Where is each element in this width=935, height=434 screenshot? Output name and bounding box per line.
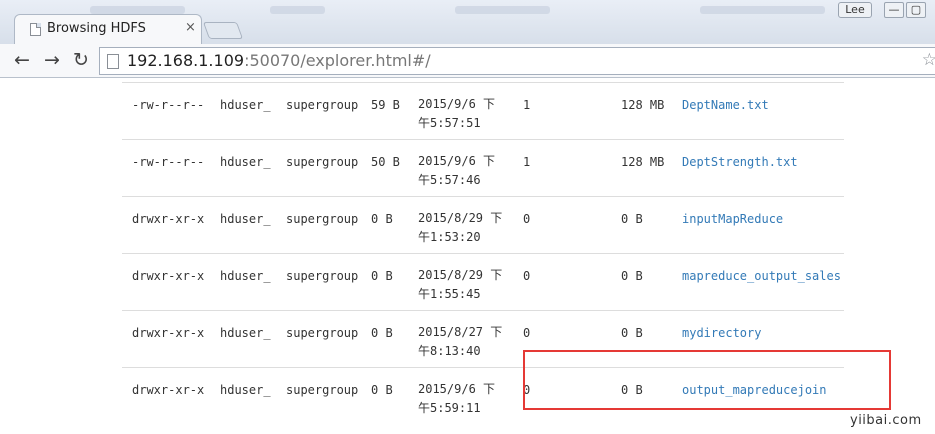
browser-toolbar: ← → ↻ 192.168.1.109:50070/explorer.html#… [0, 44, 935, 78]
modified-date-line: 2015/8/29 下 [418, 268, 503, 282]
group-cell: supergroup [286, 269, 359, 283]
modified-date-cell: 2015/8/29 下午1:53:20 [418, 209, 502, 247]
block-size-cell: 128 MB [621, 98, 665, 112]
blurred-background-tab [700, 6, 825, 14]
reload-icon[interactable]: ↻ [69, 48, 93, 72]
size-cell: 0 B [371, 269, 393, 283]
file-name-link[interactable]: DeptName.txt [682, 98, 769, 112]
size-cell: 59 B [371, 98, 400, 112]
owner-cell: hduser_ [220, 269, 271, 283]
permission-cell: -rw-r--r-- [132, 155, 205, 169]
table-row: drwxr-xr-x hduser_ supergroup 0 B 2015/8… [122, 310, 844, 367]
modified-time-line: 午5:57:51 [418, 116, 481, 130]
tab-title: Browsing HDFS [47, 21, 146, 36]
blurred-background-tab [270, 6, 325, 14]
page-favicon-icon [30, 23, 41, 36]
tab-close-icon[interactable]: × [185, 20, 196, 35]
modified-date-line: 2015/9/6 下 [418, 382, 496, 396]
hdfs-file-table: -rw-r--r-- hduser_ supergroup 59 B 2015/… [122, 82, 844, 424]
replication-cell: 1 [523, 98, 531, 112]
bookmark-star-icon[interactable]: ☆ [922, 50, 935, 70]
block-size-cell: 128 MB [621, 155, 665, 169]
size-cell: 0 B [371, 383, 393, 397]
group-cell: supergroup [286, 326, 359, 340]
replication-cell: 0 [523, 383, 531, 397]
table-row: -rw-r--r-- hduser_ supergroup 50 B 2015/… [122, 139, 844, 196]
url-path: :50070/explorer.html#/ [244, 51, 431, 70]
block-size-cell: 0 B [621, 269, 643, 283]
group-cell: supergroup [286, 98, 359, 112]
file-name-link[interactable]: mapreduce_output_sales [682, 269, 841, 283]
modified-time-line: 午5:59:11 [418, 401, 481, 415]
file-name-link[interactable]: inputMapReduce [682, 212, 783, 226]
modified-date-cell: 2015/8/27 下午8:13:40 [418, 323, 502, 361]
maximize-button[interactable]: ▢ [906, 2, 926, 18]
modified-date-cell: 2015/9/6 下午5:57:51 [418, 95, 495, 133]
address-bar[interactable]: 192.168.1.109:50070/explorer.html#/ ☆ [99, 47, 935, 75]
page-content: -rw-r--r-- hduser_ supergroup 59 B 2015/… [0, 78, 935, 434]
browser-title-bar: Browsing HDFS × Lee — ▢ [0, 0, 935, 44]
url-text[interactable]: 192.168.1.109:50070/explorer.html#/ [127, 51, 431, 70]
forward-arrow-icon[interactable]: → [40, 48, 64, 72]
page-icon [107, 54, 119, 69]
blurred-background-tab [455, 6, 550, 14]
file-name-link[interactable]: output_mapreducejoin [682, 383, 827, 397]
replication-cell: 0 [523, 269, 531, 283]
modified-date-cell: 2015/9/6 下午5:59:11 [418, 380, 495, 418]
block-size-cell: 0 B [621, 212, 643, 226]
table-row: drwxr-xr-x hduser_ supergroup 0 B 2015/8… [122, 196, 844, 253]
replication-cell: 0 [523, 212, 531, 226]
permission-cell: drwxr-xr-x [132, 326, 205, 340]
url-host: 192.168.1.109 [127, 51, 245, 70]
size-cell: 0 B [371, 326, 393, 340]
tab-browsing-hdfs[interactable]: Browsing HDFS × [14, 14, 202, 44]
group-cell: supergroup [286, 155, 359, 169]
block-size-cell: 0 B [621, 326, 643, 340]
watermark: yiibai.com [850, 413, 922, 428]
modified-date-cell: 2015/9/6 下午5:57:46 [418, 152, 495, 190]
permission-cell: drwxr-xr-x [132, 383, 205, 397]
modified-date-line: 2015/9/6 下 [418, 154, 496, 168]
back-arrow-icon[interactable]: ← [10, 48, 34, 72]
group-cell: supergroup [286, 383, 359, 397]
modified-time-line: 午5:57:46 [418, 173, 481, 187]
file-name-link[interactable]: mydirectory [682, 326, 761, 340]
blurred-background-tab [90, 6, 185, 14]
size-cell: 0 B [371, 212, 393, 226]
table-row: drwxr-xr-x hduser_ supergroup 0 B 2015/8… [122, 253, 844, 310]
modified-time-line: 午8:13:40 [418, 344, 481, 358]
permission-cell: -rw-r--r-- [132, 98, 205, 112]
replication-cell: 1 [523, 155, 531, 169]
block-size-cell: 0 B [621, 383, 643, 397]
size-cell: 50 B [371, 155, 400, 169]
modified-date-line: 2015/9/6 下 [418, 97, 496, 111]
owner-cell: hduser_ [220, 155, 271, 169]
modified-time-line: 午1:53:20 [418, 230, 481, 244]
owner-cell: hduser_ [220, 326, 271, 340]
modified-date-cell: 2015/8/29 下午1:55:45 [418, 266, 502, 304]
permission-cell: drwxr-xr-x [132, 269, 205, 283]
file-name-link[interactable]: DeptStrength.txt [682, 155, 798, 169]
modified-time-line: 午1:55:45 [418, 287, 481, 301]
owner-cell: hduser_ [220, 383, 271, 397]
profile-badge[interactable]: Lee [838, 2, 872, 18]
table-row: drwxr-xr-x hduser_ supergroup 0 B 2015/9… [122, 367, 844, 424]
modified-date-line: 2015/8/29 下 [418, 211, 503, 225]
owner-cell: hduser_ [220, 98, 271, 112]
minimize-button[interactable]: — [884, 2, 904, 18]
modified-date-line: 2015/8/27 下 [418, 325, 503, 339]
table-row: -rw-r--r-- hduser_ supergroup 59 B 2015/… [122, 82, 844, 139]
replication-cell: 0 [523, 326, 531, 340]
group-cell: supergroup [286, 212, 359, 226]
new-tab-button[interactable] [202, 22, 244, 39]
owner-cell: hduser_ [220, 212, 271, 226]
permission-cell: drwxr-xr-x [132, 212, 205, 226]
